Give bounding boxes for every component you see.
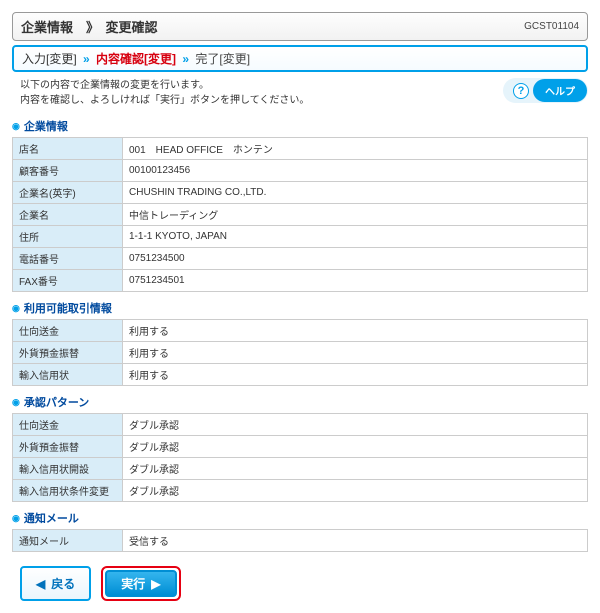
row-label: 仕向送金 (13, 414, 123, 436)
row-label: 外貨預金振替 (13, 436, 123, 458)
table-row: 顧客番号00100123456 (13, 160, 588, 182)
row-label: 企業名 (13, 204, 123, 226)
help-button[interactable]: ? ヘルプ (503, 78, 588, 103)
instruction-text: 以下の内容で企業情報の変更を行います。内容を確認し、よろしければ「実行」ボタンを… (12, 78, 309, 108)
table-row: 輸入信用状開設ダブル承認 (13, 458, 588, 480)
row-label: 仕向送金 (13, 320, 123, 342)
back-button[interactable]: ◀ 戻る (20, 566, 91, 601)
row-value: ダブル承認 (123, 436, 588, 458)
table-row: 企業名中信トレーディング (13, 204, 588, 226)
row-value: ダブル承認 (123, 414, 588, 436)
row-label: 住所 (13, 226, 123, 248)
row-label: 電話番号 (13, 248, 123, 270)
row-value: 0751234501 (123, 270, 588, 292)
row-value: 受信する (123, 530, 588, 552)
row-value: ダブル承認 (123, 480, 588, 502)
arrow-left-icon: ◀ (36, 577, 45, 591)
question-icon: ? (513, 83, 529, 99)
table-row: 輸入信用状利用する (13, 364, 588, 386)
row-value: 利用する (123, 320, 588, 342)
row-value: 00100123456 (123, 160, 588, 182)
approval-table: 仕向送金ダブル承認外貨預金振替ダブル承認輸入信用状開設ダブル承認輸入信用状条件変… (12, 413, 588, 502)
row-label: 企業名(英字) (13, 182, 123, 204)
chevron-icon: » (83, 52, 90, 66)
breadcrumb: 入力[変更] » 内容確認[変更] » 完了[変更] (12, 45, 588, 72)
table-row: 住所1-1-1 KYOTO, JAPAN (13, 226, 588, 248)
row-label: 顧客番号 (13, 160, 123, 182)
chevron-icon: » (182, 52, 189, 66)
table-row: 企業名(英字)CHUSHIN TRADING CO.,LTD. (13, 182, 588, 204)
row-label: 輸入信用状開設 (13, 458, 123, 480)
row-value: CHUSHIN TRADING CO.,LTD. (123, 182, 588, 204)
bc-step-input: 入力[変更] (22, 52, 77, 66)
row-label: FAX番号 (13, 270, 123, 292)
section-company-header: 企業情報 (12, 118, 588, 134)
table-row: 仕向送金ダブル承認 (13, 414, 588, 436)
mail-table: 通知メール受信する (12, 529, 588, 552)
table-row: 仕向送金利用する (13, 320, 588, 342)
section-transaction-header: 利用可能取引情報 (12, 300, 588, 316)
row-label: 輸入信用状条件変更 (13, 480, 123, 502)
row-label: 外貨預金振替 (13, 342, 123, 364)
table-row: 通知メール受信する (13, 530, 588, 552)
row-label: 通知メール (13, 530, 123, 552)
row-value: 中信トレーディング (123, 204, 588, 226)
arrow-right-icon: ▶ (151, 577, 160, 591)
transaction-table: 仕向送金利用する外貨預金振替利用する輸入信用状利用する (12, 319, 588, 386)
execute-button[interactable]: 実行 ▶ (105, 570, 176, 597)
table-row: 電話番号0751234500 (13, 248, 588, 270)
help-label: ヘルプ (533, 79, 587, 102)
screen-code: GCST01104 (524, 21, 579, 32)
table-row: 外貨預金振替利用する (13, 342, 588, 364)
row-value: 0751234500 (123, 248, 588, 270)
row-value: 001 HEAD OFFICE ホンテン (123, 138, 588, 160)
company-table: 店名001 HEAD OFFICE ホンテン顧客番号00100123456企業名… (12, 137, 588, 292)
table-row: 店名001 HEAD OFFICE ホンテン (13, 138, 588, 160)
table-row: 外貨預金振替ダブル承認 (13, 436, 588, 458)
section-approval-header: 承認パターン (12, 394, 588, 410)
bc-step-confirm: 内容確認[変更] (96, 52, 176, 66)
table-row: FAX番号0751234501 (13, 270, 588, 292)
execute-highlight: 実行 ▶ (101, 566, 180, 601)
row-value: 利用する (123, 364, 588, 386)
row-value: ダブル承認 (123, 458, 588, 480)
page-title: 企業情報 》 変更確認 (21, 17, 158, 36)
row-value: 利用する (123, 342, 588, 364)
row-label: 店名 (13, 138, 123, 160)
title-bar: 企業情報 》 変更確認 GCST01104 (12, 12, 588, 41)
table-row: 輸入信用状条件変更ダブル承認 (13, 480, 588, 502)
section-mail-header: 通知メール (12, 510, 588, 526)
button-row: ◀ 戻る 実行 ▶ (12, 566, 588, 601)
bc-step-complete: 完了[変更] (195, 52, 250, 66)
row-value: 1-1-1 KYOTO, JAPAN (123, 226, 588, 248)
row-label: 輸入信用状 (13, 364, 123, 386)
